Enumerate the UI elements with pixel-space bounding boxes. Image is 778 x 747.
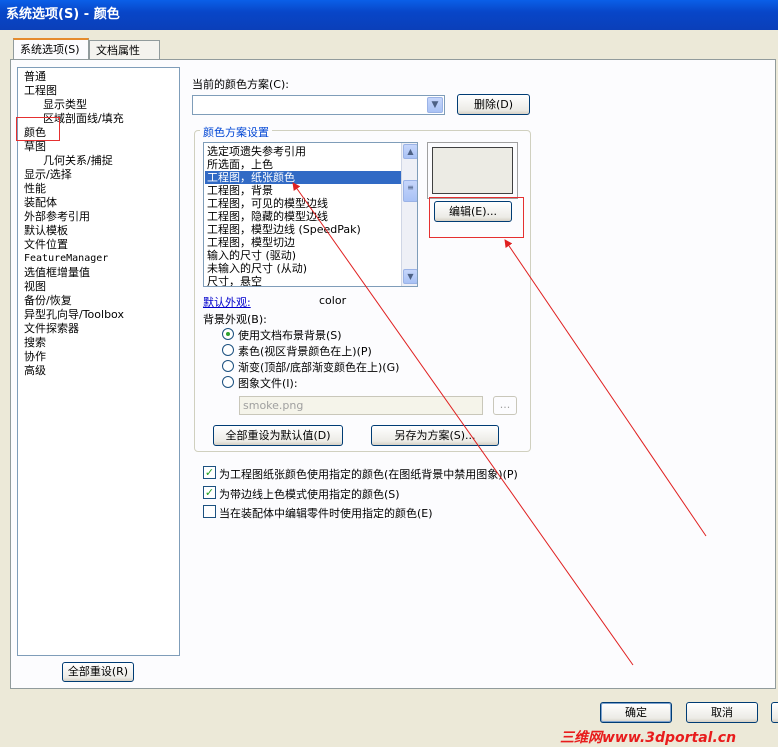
annotation-arrows	[292, 182, 707, 666]
annotation-arrow-to-edit	[504, 239, 707, 537]
watermark: 三维网www.3dportal.cn	[560, 730, 737, 746]
help-button-partial[interactable]	[771, 702, 778, 723]
ok-button[interactable]: 确定	[600, 702, 672, 723]
cancel-button[interactable]: 取消	[686, 702, 758, 723]
annotation-arrow-to-list	[292, 182, 634, 666]
